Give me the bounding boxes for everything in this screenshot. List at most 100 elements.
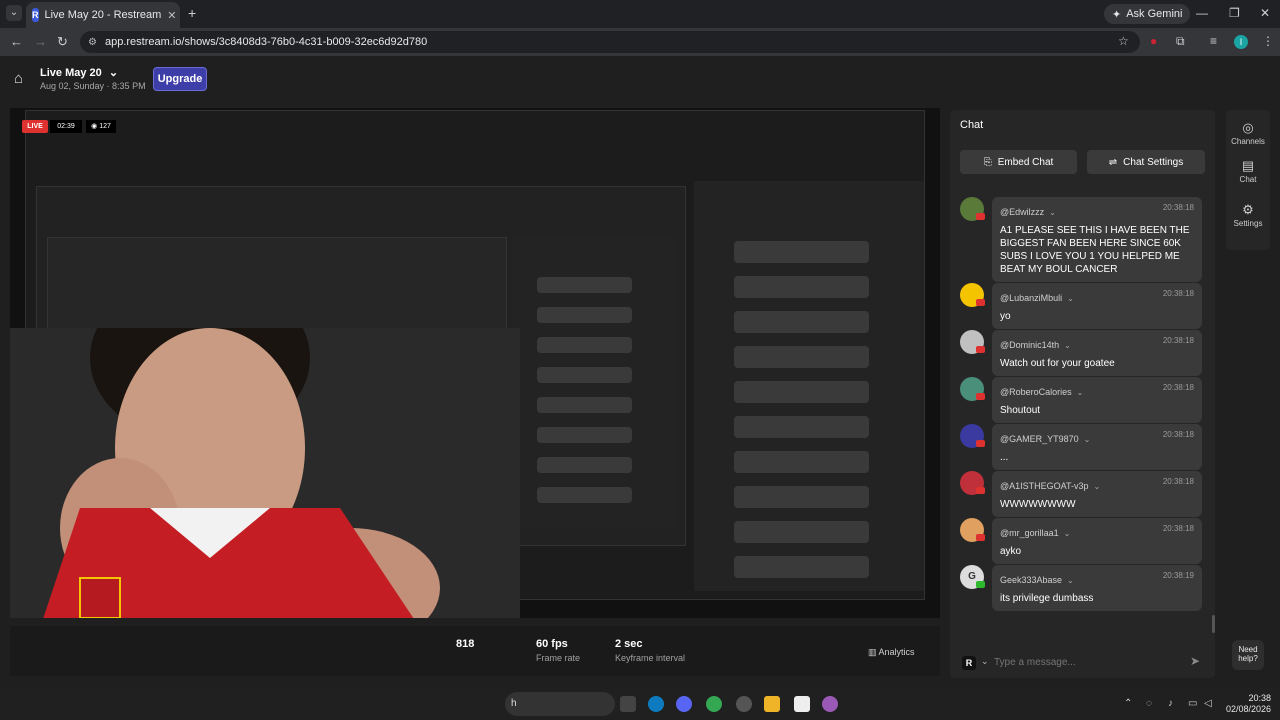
forward-icon[interactable]: →: [34, 34, 47, 49]
media-controls-icon[interactable]: ≡: [1210, 34, 1217, 48]
address-bar[interactable]: ⚙ app.restream.io/shows/3c8408d3-76b0-4c…: [80, 31, 1140, 53]
extensions-puzzle-icon[interactable]: ⧉: [1176, 34, 1185, 49]
chat-title: Chat: [960, 119, 984, 131]
tray-app-icon[interactable]: ◌: [1146, 698, 1152, 709]
close-icon[interactable]: ✕: [167, 9, 176, 22]
edge-icon[interactable]: [648, 696, 664, 712]
home-icon[interactable]: ⌂: [14, 70, 23, 87]
chat-message-text: ayko: [1000, 546, 1022, 557]
chevron-down-icon[interactable]: ⌄: [1064, 341, 1071, 350]
volume-icon[interactable]: ◁: [1204, 698, 1212, 709]
analytics-button[interactable]: ▥ Analytics: [868, 647, 915, 658]
chat-message-input[interactable]: [994, 652, 1174, 672]
browser-toolbar: ← → ↻ ⚙ app.restream.io/shows/3c8408d3-7…: [0, 28, 1280, 56]
youtube-icon: [976, 440, 985, 447]
chevron-down-icon[interactable]: ⌄: [1064, 529, 1071, 538]
broadcast-icon: ◎: [1242, 120, 1254, 135]
chat-username: @Edwilzzz: [1000, 207, 1045, 217]
chat-message-bubble[interactable]: @GAMER_YT9870 ⌄ 20:38:18...: [992, 424, 1202, 470]
gemini-sparkle-icon: ✦: [1112, 8, 1122, 21]
ask-gemini-button[interactable]: ✦ Ask Gemini: [1104, 4, 1191, 24]
bookmark-star-icon[interactable]: ☆: [1118, 34, 1129, 48]
embed-icon: ⎘: [983, 156, 992, 168]
clock-time: 20:38: [1248, 693, 1272, 703]
chat-message-bubble[interactable]: @mr_gorillaa1 ⌄ 20:38:18 ayko: [992, 518, 1202, 564]
chat-username: @LubanziMbuli: [1000, 293, 1063, 303]
chat-message-bubble[interactable]: @A1ISTHEGOAT-v3p ⌄ 20:38:18 WWWWWWWW: [992, 471, 1202, 517]
minimize-icon[interactable]: —: [1196, 6, 1208, 20]
obs-icon[interactable]: [736, 696, 752, 712]
chat-username: @GAMER_YT9870: [1000, 434, 1079, 444]
file-explorer-icon[interactable]: [764, 696, 780, 712]
rail-item-chat[interactable]: ▤ Chat: [1226, 158, 1270, 184]
more-menu-icon[interactable]: ⋮: [1262, 34, 1274, 48]
rail-item-settings[interactable]: ⚙ Settings: [1226, 202, 1270, 228]
profile-avatar[interactable]: I: [1234, 35, 1248, 49]
network-icon[interactable]: ▭: [1188, 698, 1197, 709]
rail-item-channels[interactable]: ◎ Channels: [1226, 120, 1270, 146]
gear-icon: ⚙: [1242, 202, 1254, 217]
show-title-dropdown[interactable]: Live May 20 ⌄: [40, 66, 118, 79]
send-icon[interactable]: ➤: [1190, 654, 1200, 668]
task-view-icon[interactable]: [620, 696, 636, 712]
need-help-button[interactable]: Need help?: [1232, 640, 1264, 670]
chat-username: @Dominic14th: [1000, 340, 1060, 350]
browser-tab[interactable]: R Live May 20 - Restream ✕: [26, 2, 180, 28]
tab-search-button[interactable]: ⌄: [6, 5, 22, 21]
chat-message-text: yo: [1000, 311, 1011, 322]
chevron-down-icon[interactable]: ⌄: [1077, 388, 1084, 397]
chat-settings-label: Chat Settings: [1123, 156, 1184, 168]
chevron-down-icon[interactable]: ⌄: [1067, 576, 1074, 585]
youtube-icon: [976, 346, 985, 353]
upgrade-button[interactable]: Upgrade: [153, 67, 207, 91]
back-icon[interactable]: ←: [10, 34, 23, 49]
windows-taskbar: h ⌃ ◌ ♪ ▭ ◁ 20:38 02/08/2026: [0, 688, 1280, 720]
captured-chat-1: [694, 181, 924, 591]
chat-message-text: Watch out for your goatee: [1000, 358, 1115, 369]
chat-message-bubble[interactable]: @Dominic14th ⌄ 20:38:18 Watch out for your …: [992, 330, 1202, 376]
microphone-icon[interactable]: ♪: [1168, 698, 1173, 709]
chat-bubble-icon: ▤: [1241, 158, 1255, 173]
taskbar-search-box[interactable]: h: [505, 692, 615, 716]
youtube-icon: [976, 213, 985, 220]
youtube-icon: [976, 487, 985, 494]
chat-scrollbar[interactable]: [1212, 615, 1215, 633]
rail-chat-label: Chat: [1239, 175, 1257, 184]
window-close-icon[interactable]: ✕: [1260, 6, 1270, 20]
copilot-icon[interactable]: [822, 696, 838, 712]
chat-settings-button[interactable]: ⇌ Chat Settings: [1087, 150, 1205, 174]
new-tab-button[interactable]: +: [188, 5, 196, 21]
site-info-icon[interactable]: ⚙: [88, 37, 97, 48]
discord-icon[interactable]: [676, 696, 692, 712]
chat-message-bubble[interactable]: Geek333Abase ⌄ 20:38:19 its privilege dumba…: [992, 565, 1202, 611]
chat-message-bubble[interactable]: @Edwilzzz ⌄ 20:38:18 A1 PLEASE SEE THIS I H…: [992, 197, 1202, 282]
chevron-down-icon[interactable]: ⌄: [981, 656, 989, 667]
chevron-down-icon[interactable]: ⌄: [1084, 435, 1091, 444]
chat-timestamp: 20:38:18: [1162, 524, 1194, 533]
taskbar-clock[interactable]: 20:38 02/08/2026: [1226, 693, 1271, 715]
live-badge: LIVE: [22, 120, 48, 133]
chevron-down-icon[interactable]: ⌄: [1049, 208, 1056, 217]
youtube-icon: [976, 534, 985, 541]
capcut-icon[interactable]: [794, 696, 810, 712]
platform-selector[interactable]: R: [962, 656, 976, 670]
youtube-icon: [976, 299, 985, 306]
restore-icon[interactable]: ❐: [1229, 6, 1240, 20]
chat-timestamp: 20:38:18: [1162, 289, 1194, 298]
tab-title: Live May 20 - Restream: [44, 9, 162, 21]
chevron-down-icon[interactable]: ⌄: [1067, 294, 1074, 303]
embed-chat-label: Embed Chat: [997, 156, 1054, 168]
reload-icon[interactable]: ↻: [57, 34, 68, 50]
embed-chat-button[interactable]: ⎘ Embed Chat: [960, 150, 1077, 174]
bitrate-value: 818: [456, 638, 475, 650]
chat-timestamp: 20:38:18: [1162, 477, 1194, 486]
sliders-icon: ⇌: [1108, 156, 1118, 168]
extension-icon[interactable]: ●: [1150, 34, 1157, 48]
browser-tab-strip: ⌄ R Live May 20 - Restream ✕ + ✦ Ask Gem…: [0, 0, 1280, 28]
chrome-icon[interactable]: [706, 696, 722, 712]
chevron-down-icon[interactable]: ⌄: [1094, 482, 1101, 491]
chat-message-bubble[interactable]: @RoberoCalories ⌄ 20:38:18 Shoutout: [992, 377, 1202, 423]
tray-overflow-icon[interactable]: ⌃: [1124, 698, 1132, 709]
chat-message-bubble[interactable]: @LubanziMbuli ⌄ 20:38:18 yo: [992, 283, 1202, 329]
rail-settings-label: Settings: [1233, 219, 1263, 228]
